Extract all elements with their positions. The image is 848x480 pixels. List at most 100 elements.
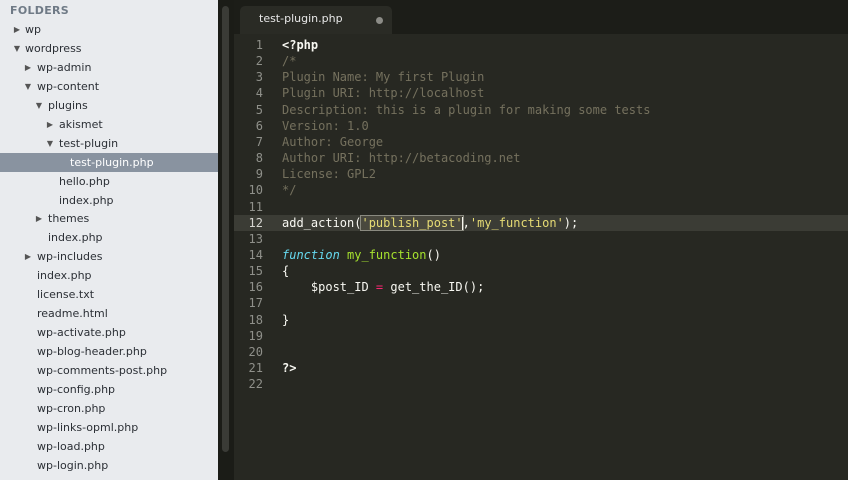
sidebar-folder-wp-content[interactable]: ▼ wp-content: [0, 77, 218, 96]
disclosure-open-icon[interactable]: ▼: [45, 134, 55, 153]
code-line[interactable]: 2 /*: [234, 53, 848, 69]
line-number: 14: [248, 248, 263, 262]
line-number: 15: [248, 264, 263, 278]
tree-item-label: test-plugin: [59, 137, 119, 150]
sidebar-folder-wordpress[interactable]: ▼ wordpress: [0, 39, 218, 58]
code-text: Author URI: http://betacoding.net: [282, 150, 520, 166]
sidebar-file-wp-activate.php[interactable]: wp-activate.php: [0, 323, 218, 342]
code-line[interactable]: 15 {: [234, 263, 848, 279]
code-line[interactable]: 7 Author: George: [234, 134, 848, 150]
sidebar-file-hello.php[interactable]: hello.php: [0, 172, 218, 191]
code-text: function my_function(): [282, 247, 441, 263]
tree-item-label: license.txt: [37, 288, 95, 301]
line-number: 13: [248, 232, 263, 246]
disclosure-open-icon[interactable]: ▼: [12, 39, 22, 58]
line-number: 22: [248, 377, 263, 391]
code-line[interactable]: 4 Plugin URI: http://localhost: [234, 85, 848, 101]
code-text: $post_ID = get_the_ID();: [282, 279, 484, 295]
sidebar-file-wp-config.php[interactable]: wp-config.php: [0, 380, 218, 399]
line-number: 5: [255, 103, 263, 117]
code-token: Version: 1.0: [282, 119, 369, 133]
tab-title: test-plugin.php: [259, 12, 343, 25]
sidebar-file-license.txt[interactable]: license.txt: [0, 285, 218, 304]
sidebar-folder-plugins[interactable]: ▼ plugins: [0, 96, 218, 115]
disclosure-open-icon[interactable]: ▼: [34, 96, 44, 115]
tree-item-label: index.php: [59, 194, 114, 207]
sidebar-folder-themes[interactable]: ▶ themes: [0, 209, 218, 228]
tree-item-label: wp-includes: [37, 250, 103, 263]
code-line[interactable]: 1 <?php: [234, 37, 848, 53]
sidebar-file-wp-login.php[interactable]: wp-login.php: [0, 456, 218, 475]
disclosure-closed-icon[interactable]: ▶: [23, 247, 33, 266]
code-token: get_the_ID();: [383, 280, 485, 294]
code-line[interactable]: 14 function my_function(): [234, 247, 848, 263]
code-editor[interactable]: 1 <?php 2 /* 3 Plugin Name: My first Plugin 4 P…: [234, 34, 848, 480]
code-line[interactable]: 12 add_action('publish_post','my_function…: [234, 215, 848, 231]
tree-item-label: wordpress: [25, 42, 82, 55]
disclosure-closed-icon[interactable]: ▶: [12, 20, 22, 39]
code-token: Plugin URI: http://localhost: [282, 86, 485, 100]
code-token: $post_ID: [282, 280, 376, 294]
code-line[interactable]: 17: [234, 295, 848, 311]
line-number: 12: [248, 216, 263, 230]
sidebar-folder-wp-includes[interactable]: ▶ wp-includes: [0, 247, 218, 266]
code-line[interactable]: 22: [234, 376, 848, 392]
code-text: Plugin Name: My first Plugin: [282, 69, 484, 85]
sidebar-file-wp-blog-header.php[interactable]: wp-blog-header.php: [0, 342, 218, 361]
code-line[interactable]: 13: [234, 231, 848, 247]
line-number: 4: [255, 86, 263, 100]
tree-item-label: wp-load.php: [37, 440, 105, 453]
code-line[interactable]: 16 $post_ID = get_the_ID();: [234, 279, 848, 295]
sidebar-folder-test-plugin[interactable]: ▼ test-plugin: [0, 134, 218, 153]
code-line[interactable]: 19: [234, 328, 848, 344]
sidebar-folder-akismet[interactable]: ▶ akismet: [0, 115, 218, 134]
unsaved-dot-icon[interactable]: [376, 17, 383, 24]
sidebar-file-readme.html[interactable]: readme.html: [0, 304, 218, 323]
code-token: ?>: [282, 361, 297, 375]
line-number: 2: [255, 54, 263, 68]
code-line[interactable]: 6 Version: 1.0: [234, 118, 848, 134]
code-text: <?php: [282, 37, 318, 53]
code-line[interactable]: 3 Plugin Name: My first Plugin: [234, 69, 848, 85]
sidebar-folder-wp[interactable]: ▶ wp: [0, 20, 218, 39]
sidebar-file-wp-comments-post.php[interactable]: wp-comments-post.php: [0, 361, 218, 380]
code-line[interactable]: 11: [234, 199, 848, 215]
code-text: License: GPL2: [282, 166, 376, 182]
scrollbar-thumb[interactable]: [222, 6, 229, 452]
disclosure-open-icon[interactable]: ▼: [23, 77, 33, 96]
tree-item-label: test-plugin.php: [70, 156, 154, 169]
code-line[interactable]: 9 License: GPL2: [234, 166, 848, 182]
code-text: }: [282, 312, 289, 328]
sidebar-file-wp-cron.php[interactable]: wp-cron.php: [0, 399, 218, 418]
sidebar-file-test-plugin.php[interactable]: test-plugin.php: [0, 153, 218, 172]
tree-item-label: index.php: [48, 231, 103, 244]
code-text: */: [282, 182, 296, 198]
code-token: (): [426, 248, 441, 262]
tree-item-label: wp-login.php: [37, 459, 109, 472]
sidebar-file-wp-links-opml.php[interactable]: wp-links-opml.php: [0, 418, 218, 437]
tab-test-plugin[interactable]: test-plugin.php: [240, 6, 392, 34]
code-line[interactable]: 18}: [234, 312, 848, 328]
code-line[interactable]: 10 */: [234, 182, 848, 198]
code-line[interactable]: 5 Description: this is a plugin for makin…: [234, 102, 848, 118]
code-line[interactable]: 20: [234, 344, 848, 360]
code-token: License: GPL2: [282, 167, 376, 181]
sidebar-file-index.php[interactable]: index.php: [0, 191, 218, 210]
sidebar-file-index.php[interactable]: index.php: [0, 228, 218, 247]
disclosure-closed-icon[interactable]: ▶: [45, 115, 55, 134]
disclosure-closed-icon[interactable]: ▶: [34, 209, 44, 228]
tree-item-label: wp-cron.php: [37, 402, 106, 415]
disclosure-closed-icon[interactable]: ▶: [23, 58, 33, 77]
code-line[interactable]: 21 ?>: [234, 360, 848, 376]
sidebar-file-wp-load.php[interactable]: wp-load.php: [0, 437, 218, 456]
tree-item-label: wp-blog-header.php: [37, 345, 147, 358]
sidebar-scrollbar[interactable]: [218, 0, 234, 480]
sidebar-folder-wp-admin[interactable]: ▶ wp-admin: [0, 58, 218, 77]
code-text: Plugin URI: http://localhost: [282, 85, 484, 101]
code-text: add_action('publish_post','my_function')…: [282, 215, 578, 231]
code-token: {: [282, 264, 290, 278]
tree-item-label: wp-links-opml.php: [37, 421, 139, 434]
sidebar-file-index.php[interactable]: index.php: [0, 266, 218, 285]
code-line[interactable]: 8 Author URI: http://betacoding.net: [234, 150, 848, 166]
